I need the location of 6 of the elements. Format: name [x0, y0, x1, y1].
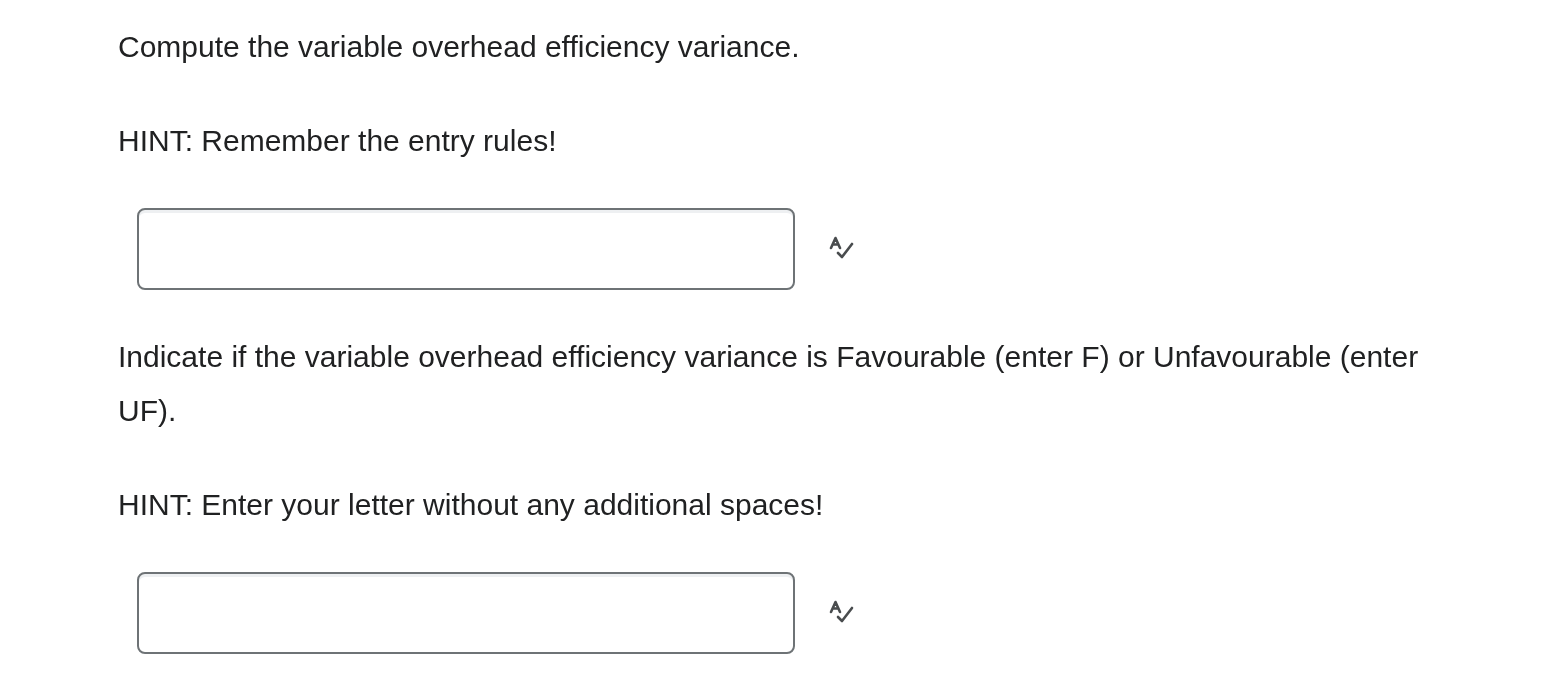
question-text: HINT: Remember the entry rules! [118, 123, 558, 159]
question-text: HINT: Enter your letter without any additional spaces! [118, 487, 825, 523]
answer-field[interactable] [137, 208, 795, 290]
question-text: Compute the variable overhead efficiency variance. [118, 29, 801, 65]
answer-field[interactable] [137, 572, 795, 654]
question-text: Indicate if the variable overhead efficiency variance is Favourable (enter F) or Unfavourable (enter UF). [118, 339, 1420, 429]
